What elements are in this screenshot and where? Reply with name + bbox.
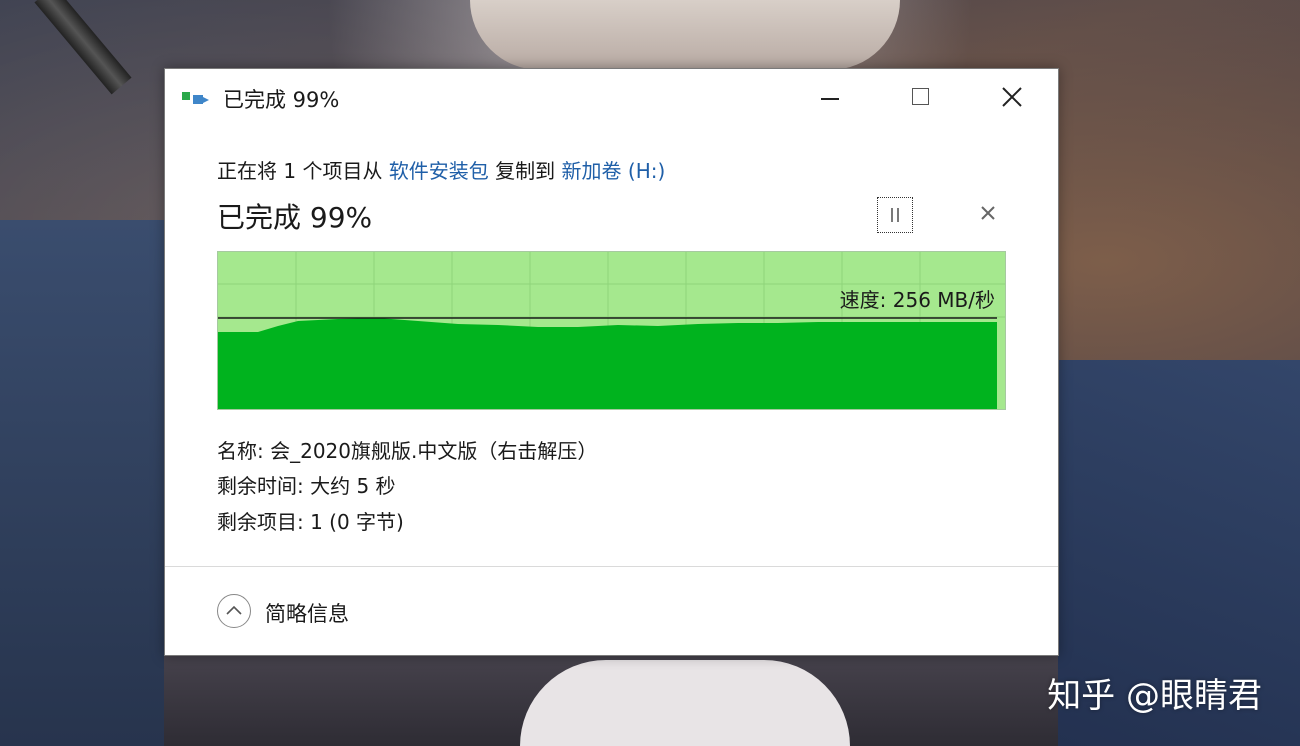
- wallpaper-sword: [34, 0, 132, 95]
- close-icon: [1002, 87, 1022, 107]
- chevron-up-icon: [217, 594, 251, 628]
- minimize-button[interactable]: [785, 69, 875, 127]
- copy-icon: [181, 89, 211, 109]
- destination-drive[interactable]: (H:): [628, 159, 665, 183]
- wallpaper-mask: [520, 660, 850, 746]
- destination-link[interactable]: 新加卷: [562, 159, 622, 183]
- speed-graph: 速度: 256 MB/秒: [217, 251, 1006, 410]
- speed-label: 速度: 256 MB/秒: [839, 288, 995, 312]
- divider: [165, 566, 1058, 567]
- copy-middle: 复制到: [495, 159, 556, 183]
- speed-area: [218, 318, 997, 409]
- source-link[interactable]: 软件安装包: [389, 159, 489, 183]
- speed-graph-plot: [218, 252, 1005, 409]
- time-remaining: 剩余时间: 大约 5 秒: [217, 474, 396, 498]
- maximize-button[interactable]: [875, 69, 965, 127]
- title-bar[interactable]: 已完成 99%: [165, 69, 1058, 127]
- cancel-button[interactable]: [977, 202, 999, 224]
- progress-status: 已完成 99%: [217, 201, 373, 234]
- close-button[interactable]: [965, 69, 1055, 127]
- watermark: 知乎 @眼睛君: [1047, 676, 1262, 716]
- wallpaper-face: [470, 0, 900, 70]
- items-remaining: 剩余项目: 1 (0 字节): [217, 510, 404, 534]
- pause-button[interactable]: [877, 197, 913, 233]
- wallpaper-sleeve-left: [0, 220, 165, 746]
- file-name: 名称: 会_2020旗舰版.中文版（右击解压）: [217, 439, 598, 463]
- copy-progress-dialog: 已完成 99% 正在将 1 个项目从 软件安装包 复制到 新加卷 (H:) 已完…: [164, 68, 1059, 656]
- toggle-label: 简略信息: [265, 602, 349, 626]
- copy-description: 正在将 1 个项目从 软件安装包 复制到 新加卷 (H:): [217, 155, 665, 184]
- cancel-icon: [981, 206, 995, 220]
- window-title: 已完成 99%: [223, 88, 340, 112]
- copy-prefix: 正在将 1 个项目从: [217, 159, 383, 183]
